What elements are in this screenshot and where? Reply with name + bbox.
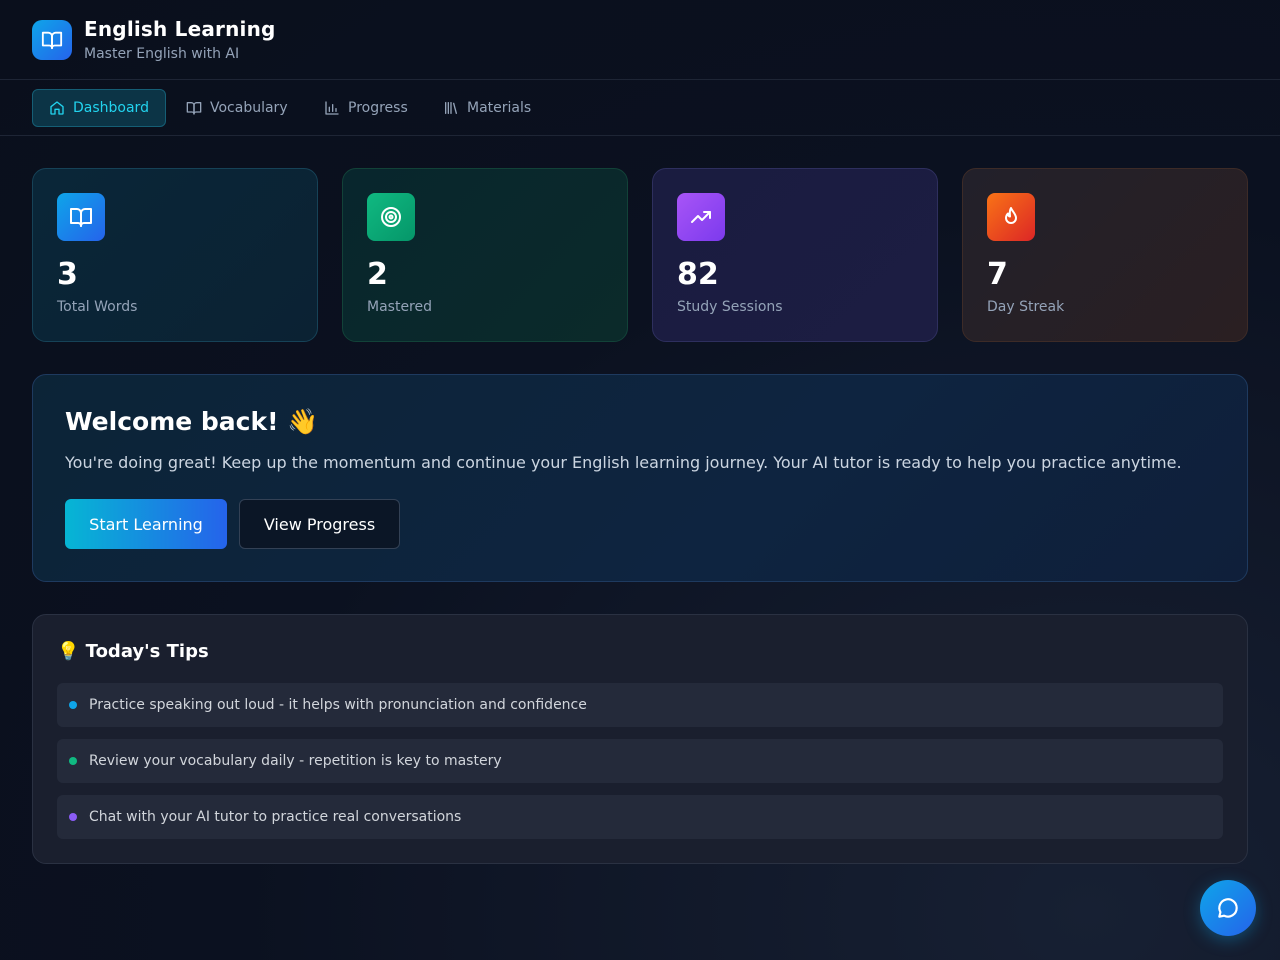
stat-card-study-sessions: 82 Study Sessions [652, 168, 938, 342]
stat-label: Study Sessions [677, 299, 783, 315]
tip-text: Review your vocabulary daily - repetitio… [89, 753, 502, 769]
nav-progress[interactable]: Progress [308, 89, 424, 127]
chat-button[interactable] [1200, 880, 1256, 936]
nav-materials-label: Materials [467, 100, 532, 116]
stat-label: Total Words [57, 299, 138, 315]
stat-value: 3 [57, 257, 78, 292]
stat-card-total-words: 3 Total Words [32, 168, 318, 342]
flame-icon [987, 193, 1035, 241]
bar-chart-icon [325, 101, 339, 115]
book-open-icon [57, 193, 105, 241]
bullet-dot [69, 813, 77, 821]
target-icon [367, 193, 415, 241]
stat-value: 82 [677, 257, 719, 292]
welcome-message: You're doing great! Keep up the momentum… [65, 453, 1182, 472]
home-icon [50, 101, 64, 115]
stat-value: 7 [987, 257, 1008, 292]
nav-progress-label: Progress [348, 100, 408, 116]
tip-text: Practice speaking out loud - it helps wi… [89, 697, 587, 713]
app-title: English Learning [84, 17, 276, 41]
bullet-dot [69, 757, 77, 765]
welcome-panel: Welcome back! 👋 You're doing great! Keep… [32, 374, 1248, 582]
main-nav: Dashboard Vocabulary Progress Materials [0, 80, 1280, 136]
library-icon [445, 102, 457, 114]
app-header: English Learning Master English with AI [0, 0, 1280, 80]
stat-label: Mastered [367, 299, 433, 315]
view-progress-button[interactable]: View Progress [239, 499, 400, 549]
start-learning-button[interactable]: Start Learning [65, 499, 227, 549]
chat-bubble-icon [1218, 898, 1238, 918]
tip-item: Review your vocabulary daily - repetitio… [57, 739, 1223, 783]
bullet-dot [69, 701, 77, 709]
book-icon [186, 102, 202, 115]
nav-materials[interactable]: Materials [427, 89, 547, 127]
tip-text: Chat with your AI tutor to practice real… [89, 809, 462, 825]
stat-card-mastered: 2 Mastered [342, 168, 628, 342]
open-book-icon [32, 20, 72, 60]
stat-value: 2 [367, 257, 388, 292]
nav-dashboard[interactable]: Dashboard [32, 89, 166, 127]
nav-dashboard-label: Dashboard [73, 100, 149, 116]
tips-panel: 💡 Today's Tips Practice speaking out lou… [32, 614, 1248, 864]
nav-vocabulary[interactable]: Vocabulary [170, 89, 304, 127]
stat-label: Day Streak [987, 299, 1065, 315]
trending-up-icon [677, 193, 725, 241]
tips-title: 💡 Today's Tips [57, 641, 209, 662]
nav-vocabulary-label: Vocabulary [210, 100, 288, 116]
app-subtitle: Master English with AI [84, 46, 240, 62]
tip-item: Practice speaking out loud - it helps wi… [57, 683, 1223, 727]
stat-card-day-streak: 7 Day Streak [962, 168, 1248, 342]
tip-item: Chat with your AI tutor to practice real… [57, 795, 1223, 839]
welcome-title: Welcome back! 👋 [65, 407, 319, 436]
